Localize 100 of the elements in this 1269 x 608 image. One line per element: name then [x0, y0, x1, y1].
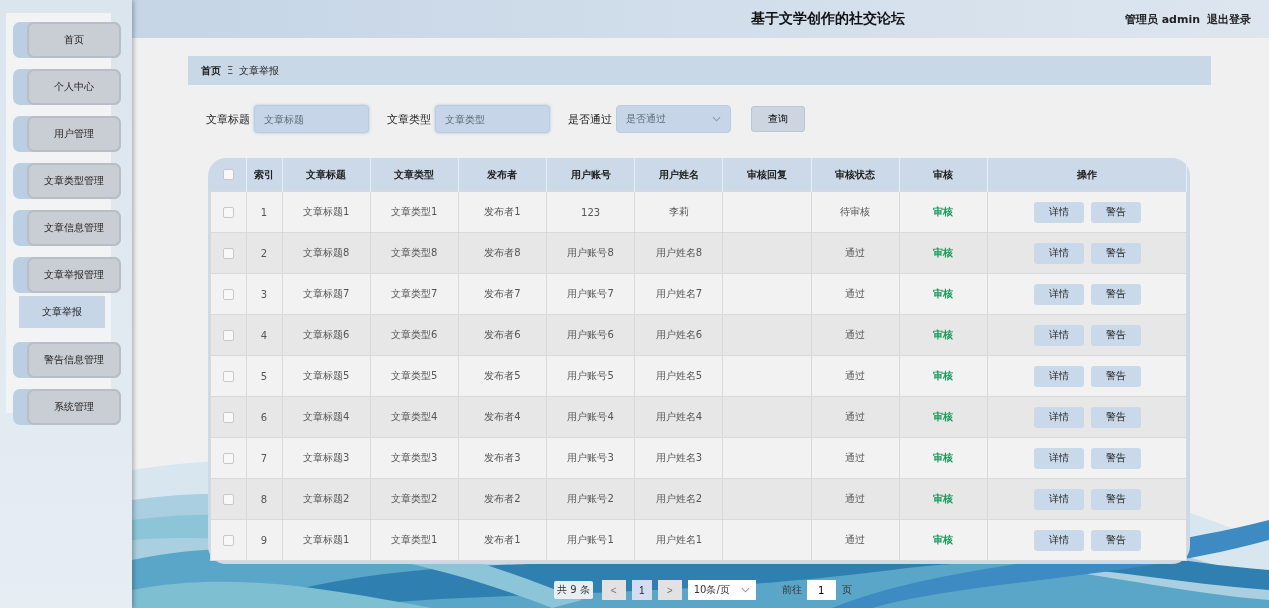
details-button[interactable]: 详情	[1033, 447, 1084, 469]
table-cell: 文章标题2	[302, 493, 350, 504]
table-cell: 发布者3	[484, 452, 521, 463]
page-size-select[interactable]: 10条/页	[687, 580, 756, 600]
table-cell: 2	[260, 247, 268, 259]
table-cell: 用户账号4	[567, 411, 614, 422]
table-cell: 文章类型6	[391, 329, 438, 340]
table-cell: 用户姓名3	[655, 452, 703, 463]
menu-item[interactable]: 首页	[27, 22, 121, 58]
details-button[interactable]: 详情	[1033, 242, 1084, 264]
table-cell: 6	[260, 411, 268, 423]
menu-item[interactable]: 文章类型管理	[27, 163, 121, 199]
table-cell: 用户姓名2	[655, 493, 703, 504]
warning-button[interactable]: 警告	[1090, 488, 1141, 510]
column-header: 审核	[933, 168, 954, 180]
goto-label: 前往	[781, 583, 802, 597]
column-header: 审核回复	[747, 168, 788, 180]
table-cell: 4	[260, 329, 268, 341]
table-cell: 文章标题1	[302, 206, 350, 217]
warning-button[interactable]: 警告	[1090, 406, 1141, 428]
warning-button[interactable]: 警告	[1090, 283, 1141, 305]
table-cell: 用户账号3	[567, 452, 614, 463]
column-header: 用户账号	[570, 168, 611, 180]
details-button[interactable]: 详情	[1033, 283, 1084, 305]
table-cell: 发布者7	[484, 288, 521, 299]
field-label: 文章类型	[387, 111, 431, 127]
table-cell: 123	[581, 206, 601, 218]
table-cell: 通过	[845, 370, 866, 381]
details-button[interactable]: 详情	[1033, 365, 1084, 387]
table-cell: 8	[260, 493, 268, 505]
table-cell: 文章类型7	[391, 288, 438, 299]
column-header: 用户姓名	[658, 168, 699, 180]
warning-button[interactable]: 警告	[1090, 365, 1141, 387]
table-cell: 通过	[845, 452, 866, 463]
next-page-button[interactable]: >	[657, 580, 682, 600]
menu-item[interactable]: 文章举报管理	[27, 257, 121, 293]
table-cell: 文章标题5	[302, 370, 350, 381]
table-cell: 用户姓名6	[655, 329, 703, 340]
table-cell: 9	[260, 534, 268, 546]
table-cell: 用户账号6	[567, 329, 614, 340]
table-cell: 通过	[845, 411, 866, 422]
table-cell: 通过	[845, 329, 866, 340]
menu-item[interactable]: 用户管理	[27, 116, 121, 152]
menu-item[interactable]: 警告信息管理	[27, 342, 121, 378]
table-cell: 用户姓名5	[655, 370, 703, 381]
table-cell: 用户账号1	[567, 534, 614, 545]
table-cell: 用户姓名1	[655, 534, 703, 545]
page-suffix: 页	[841, 583, 852, 597]
select-field[interactable]: 是否通过	[616, 105, 731, 133]
warning-button[interactable]: 警告	[1090, 242, 1141, 264]
details-button[interactable]: 详情	[1033, 529, 1084, 551]
menu-item[interactable]: 系统管理	[27, 389, 121, 425]
table-cell: 5	[260, 370, 268, 382]
table-cell: 用户姓名4	[655, 411, 703, 422]
field-label: 是否通过	[568, 111, 612, 127]
details-button[interactable]: 详情	[1033, 324, 1084, 346]
breadcrumb-link[interactable]: 文章举报	[239, 63, 280, 78]
table-cell: 文章类型3	[391, 452, 438, 463]
search-button[interactable]: 查询	[751, 106, 805, 132]
input-field[interactable]: 文章标题	[254, 105, 369, 133]
table-cell: 用户账号7	[567, 288, 614, 299]
table-cell: 发布者1	[484, 206, 521, 217]
details-button[interactable]: 详情	[1033, 406, 1084, 428]
warning-button[interactable]: 警告	[1090, 447, 1141, 469]
table-cell: 发布者4	[484, 411, 521, 422]
table-cell: 文章类型5	[391, 370, 438, 381]
column-header: 操作	[1077, 168, 1097, 180]
table-cell: 文章标题6	[302, 329, 350, 340]
warning-button[interactable]: 警告	[1090, 529, 1141, 551]
table-cell: 文章类型2	[391, 493, 438, 504]
table-cell: 文章标题8	[302, 247, 350, 258]
table-cell: 用户账号2	[567, 493, 614, 504]
table-cell: 李莉	[668, 206, 689, 217]
page-number[interactable]: 1	[631, 580, 652, 600]
details-button[interactable]: 详情	[1033, 201, 1084, 223]
table-cell: 7	[260, 452, 268, 464]
logout-link[interactable]: 退出登录	[1207, 11, 1251, 27]
table-cell: 文章标题3	[302, 452, 350, 463]
column-header: 文章标题	[306, 168, 347, 180]
column-header: 审核状态	[835, 168, 876, 180]
column-header: 发布者	[487, 168, 518, 180]
column-header: 索引	[254, 168, 274, 180]
table-cell: 发布者8	[484, 247, 521, 258]
warning-button[interactable]: 警告	[1090, 324, 1141, 346]
input-field[interactable]: 文章类型	[435, 105, 550, 133]
warning-button[interactable]: 警告	[1090, 201, 1141, 223]
site-title: 基于文学创作的社交论坛	[750, 10, 905, 28]
page-input[interactable]: 1	[806, 580, 836, 600]
menu-item[interactable]: 个人中心	[27, 69, 121, 105]
breadcrumb-link[interactable]: 首页	[201, 63, 221, 78]
previous-page-button[interactable]: <	[601, 580, 626, 600]
table-cell: 发布者5	[484, 370, 521, 381]
table-cell: 待审核	[840, 206, 871, 217]
menu-item[interactable]: 文章信息管理	[27, 210, 121, 246]
table-cell: 1	[260, 206, 268, 218]
table-cell: 发布者1	[484, 534, 521, 545]
submenu-item[interactable]: 文章举报	[19, 296, 105, 328]
table-cell: 文章类型4	[391, 411, 438, 422]
details-button[interactable]: 详情	[1033, 488, 1084, 510]
table-cell: 3	[260, 288, 268, 300]
